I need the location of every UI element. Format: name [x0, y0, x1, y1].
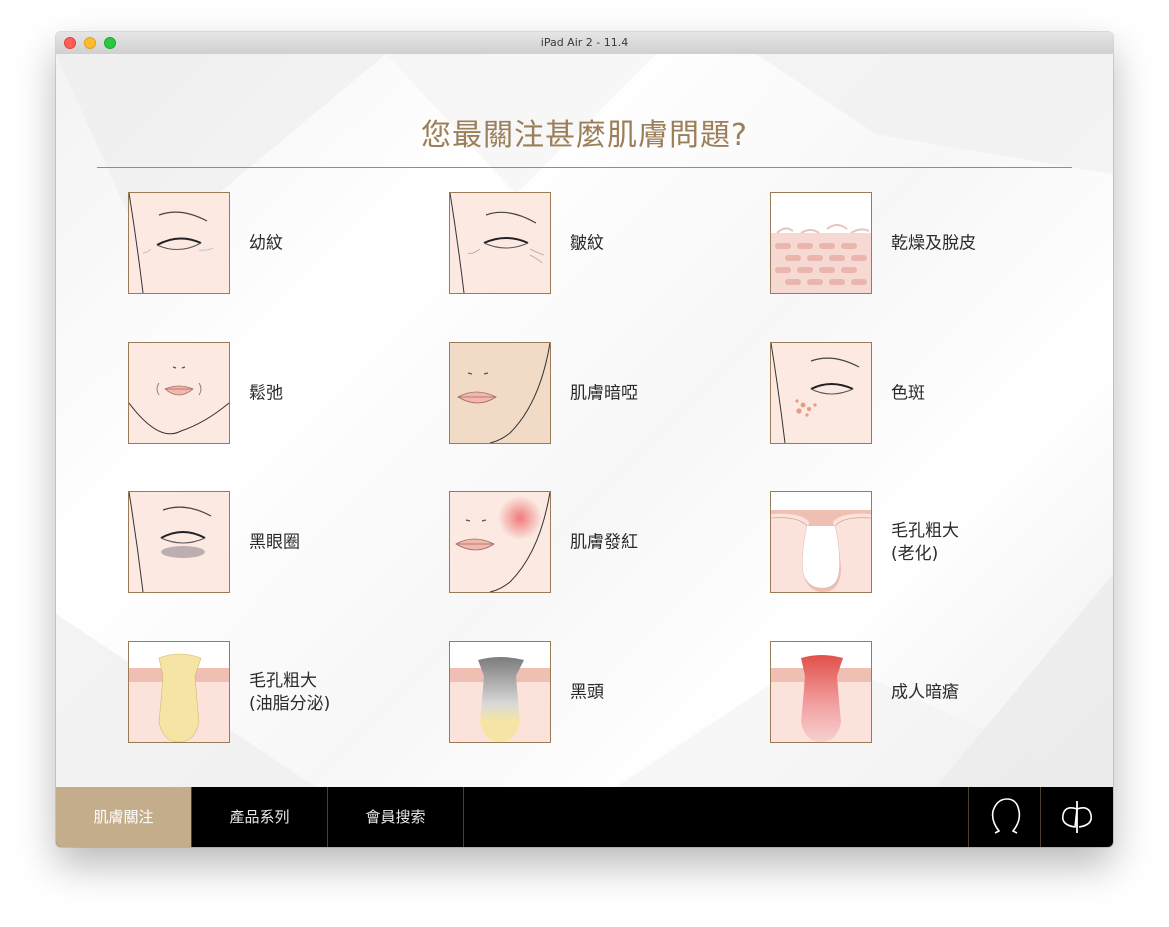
dull-skin-face-icon [449, 342, 551, 444]
concern-item-blackheads[interactable]: 黑頭 [449, 641, 749, 745]
skin-concern-screen: 您最關注甚麼肌膚問題? 幼紋 皺紋 乾燥及脫皮 鬆弛 肌膚暗啞 色斑 黑眼圈 肌… [56, 54, 1113, 787]
face-profile-button[interactable] [968, 787, 1040, 847]
concern-title: 肌膚暗啞 [570, 383, 638, 404]
concern-label: 色斑 [891, 383, 925, 406]
concern-label: 毛孔粗大 (油脂分泌) [249, 670, 330, 716]
concern-item-sagging[interactable]: 鬆弛 [128, 342, 428, 446]
concern-title: 毛孔粗大 [249, 671, 317, 691]
tab-product-series[interactable]: 產品系列 [192, 787, 328, 847]
concern-title: 色斑 [891, 383, 925, 404]
concern-label: 肌膚暗啞 [570, 383, 638, 406]
concern-label: 黑頭 [570, 682, 604, 705]
concern-title: 成人暗瘡 [891, 682, 959, 703]
pore-aging-icon [770, 491, 872, 593]
concern-title: 黑眼圈 [249, 532, 300, 553]
concern-item-pores-oily[interactable]: 毛孔粗大 (油脂分泌) [128, 641, 428, 745]
redness-face-icon [449, 491, 551, 593]
concern-item-dry-skin[interactable]: 乾燥及脫皮 [770, 192, 1070, 296]
title-bar: iPad Air 2 - 11.4 [56, 32, 1113, 55]
heading-divider [97, 167, 1072, 168]
adult-acne-pore-icon [770, 641, 872, 743]
concern-label: 毛孔粗大 (老化) [891, 520, 959, 566]
dark-spots-eye-icon [770, 342, 872, 444]
concern-title: 皺紋 [570, 233, 604, 254]
concern-title: 乾燥及脫皮 [891, 233, 976, 254]
concern-item-adult-acne[interactable]: 成人暗瘡 [770, 641, 1070, 745]
pore-oily-icon [128, 641, 230, 743]
concern-label: 黑眼圈 [249, 532, 300, 555]
face-profile-icon [991, 798, 1021, 834]
blackhead-pore-icon [449, 641, 551, 743]
concern-label: 肌膚發紅 [570, 532, 638, 555]
dry-skin-cells-icon [770, 192, 872, 294]
concern-subtitle: (老化) [891, 544, 939, 564]
concern-item-dull-skin[interactable]: 肌膚暗啞 [449, 342, 749, 446]
wrinkles-eye-icon [449, 192, 551, 294]
window-title: iPad Air 2 - 11.4 [540, 36, 629, 49]
concern-title: 毛孔粗大 [891, 521, 959, 541]
concern-item-pores-aging[interactable]: 毛孔粗大 (老化) [770, 491, 1070, 595]
concern-label: 成人暗瘡 [891, 682, 959, 705]
brand-logo-button[interactable] [1040, 787, 1112, 847]
concern-title: 鬆弛 [249, 383, 283, 404]
brand-logo-icon [1061, 801, 1093, 833]
dark-circles-eye-icon [128, 491, 230, 593]
concern-label: 乾燥及脫皮 [891, 233, 976, 256]
page-heading: 您最關注甚麼肌膚問題? [421, 118, 748, 153]
bottom-tab-bar: 肌膚關注 產品系列 會員搜索 [56, 787, 1113, 847]
sagging-face-icon [128, 342, 230, 444]
concern-item-fine-lines[interactable]: 幼紋 [128, 192, 428, 296]
tab-member-search[interactable]: 會員搜索 [328, 787, 464, 847]
concern-item-dark-circles[interactable]: 黑眼圈 [128, 491, 428, 595]
simulator-window: iPad Air 2 - 11.4 您最關注甚麼肌膚問題? 幼紋 皺紋 乾燥及脫… [56, 32, 1113, 847]
concern-label: 皺紋 [570, 233, 604, 256]
concern-item-dark-spots[interactable]: 色斑 [770, 342, 1070, 446]
tab-skin-concern[interactable]: 肌膚關注 [56, 787, 192, 847]
concern-item-wrinkles[interactable]: 皺紋 [449, 192, 749, 296]
concern-label: 鬆弛 [249, 383, 283, 406]
fine-lines-eye-icon [128, 192, 230, 294]
concern-title: 幼紋 [249, 233, 283, 254]
concern-title: 黑頭 [570, 682, 604, 703]
concern-title: 肌膚發紅 [570, 532, 638, 553]
concern-item-redness[interactable]: 肌膚發紅 [449, 491, 749, 595]
concern-subtitle: (油脂分泌) [249, 694, 331, 714]
concern-label: 幼紋 [249, 233, 283, 256]
